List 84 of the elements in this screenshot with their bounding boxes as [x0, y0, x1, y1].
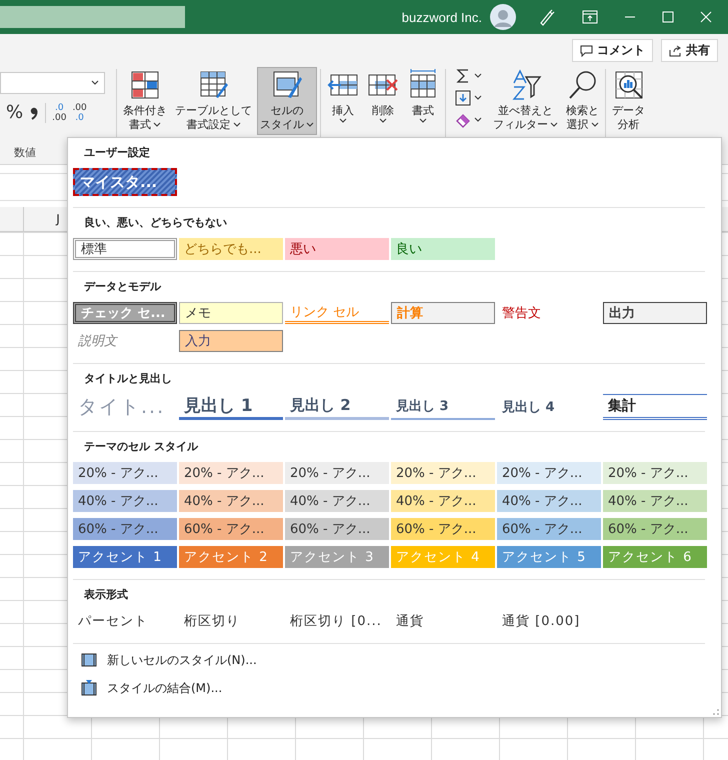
format-button[interactable]: 書式: [404, 67, 442, 127]
cell-style-item[interactable]: 見出し 2: [285, 394, 389, 420]
cell-style-item[interactable]: 20% - アク...: [497, 462, 601, 484]
resize-grip-icon[interactable]: [713, 709, 719, 715]
fill-down-icon[interactable]: [455, 90, 471, 106]
account-name: buzzword Inc.: [402, 10, 482, 24]
cellstyle-button[interactable]: セルの スタイル: [257, 67, 317, 135]
cell-styles-icon: [271, 69, 303, 101]
section-heading: ユーザー設定: [83, 145, 151, 160]
cell-style-item[interactable]: 60% - アク...: [603, 518, 707, 540]
sort-button[interactable]: 並べ替えと フィルター: [490, 67, 561, 135]
section-heading: テーマのセル スタイル: [83, 439, 199, 454]
cell-style-item[interactable]: 説明文: [73, 330, 177, 352]
cell-style-item[interactable]: 60% - アク...: [285, 518, 389, 540]
search-icon: [566, 69, 598, 101]
cell-style-item[interactable]: 40% - アク...: [603, 490, 707, 512]
delete-button[interactable]: 削除: [364, 67, 402, 127]
group-label: 数値: [14, 145, 36, 160]
avatar-icon[interactable]: [490, 4, 516, 30]
cell-style-item[interactable]: 見出し 1: [179, 394, 283, 420]
insert-button[interactable]: 挿入: [324, 67, 362, 127]
pen-icon[interactable]: [538, 8, 556, 26]
cell-style-item[interactable]: 集計: [603, 394, 707, 420]
caret-icon: [91, 80, 99, 86]
cell-style-item[interactable]: どちらでも...: [179, 238, 283, 260]
number-format-style[interactable]: 通貨 [0.00]: [497, 610, 601, 632]
cell-style-item[interactable]: メモ: [179, 302, 283, 324]
conditional-format-icon: [129, 69, 161, 101]
merge-styles-icon: [81, 680, 97, 696]
cell-style-item[interactable]: 20% - アク...: [179, 462, 283, 484]
close-icon[interactable]: [700, 11, 712, 23]
sum-icon[interactable]: [455, 68, 471, 84]
caret-icon[interactable]: [474, 73, 482, 79]
cell-style-item[interactable]: 20% - アク...: [285, 462, 389, 484]
cell-style-item[interactable]: 見出し 4: [497, 394, 601, 420]
new-style-icon: [81, 653, 97, 667]
cell-style-item[interactable]: 20% - アク...: [391, 462, 495, 484]
title-search-field[interactable]: [0, 6, 185, 28]
cell-style-item[interactable]: 40% - アク...: [285, 490, 389, 512]
cell-style-item[interactable]: 40% - アク...: [73, 490, 177, 512]
section-heading: 表示形式: [83, 587, 129, 602]
cell-style-item[interactable]: 出力: [603, 302, 707, 324]
number-format-style[interactable]: パーセント: [73, 610, 177, 632]
speech-bubble-icon: [580, 44, 593, 56]
cell-style-item[interactable]: 警告文: [497, 302, 601, 324]
increase-decimal-button[interactable]: .0 .00: [52, 102, 66, 122]
cell-style-item[interactable]: 標準: [73, 238, 177, 260]
table-format-icon: [198, 69, 230, 101]
cell-style-item[interactable]: 入力: [179, 330, 283, 352]
cell-style-item[interactable]: 悪い: [285, 238, 389, 260]
data-analysis-icon: [612, 69, 644, 101]
section-heading: データとモデル: [83, 279, 162, 294]
caret-icon[interactable]: [474, 95, 482, 101]
cell-style-item[interactable]: 60% - アク...: [179, 518, 283, 540]
cell-style-item[interactable]: 40% - アク...: [497, 490, 601, 512]
share-button[interactable]: 共有: [661, 39, 718, 62]
comment-button[interactable]: コメント: [572, 39, 653, 62]
cell-style-item[interactable]: 見出し 3: [391, 394, 495, 420]
number-format-style[interactable]: 通貨: [391, 610, 495, 632]
cell-style-item[interactable]: 60% - アク...: [391, 518, 495, 540]
share-icon: [669, 44, 682, 56]
cell-style-item[interactable]: アクセント 1: [73, 546, 177, 568]
cell-style-item[interactable]: 40% - アク...: [391, 490, 495, 512]
ribbon-display-icon[interactable]: [582, 10, 598, 24]
find-button[interactable]: 検索と 選択: [563, 67, 602, 135]
cell-style-item[interactable]: 60% - アク...: [73, 518, 177, 540]
eraser-icon[interactable]: [455, 112, 471, 128]
section-heading: タイトルと見出し: [83, 371, 173, 386]
cell-style-item[interactable]: 60% - アク...: [497, 518, 601, 540]
decrease-decimal-button[interactable]: .00 .0: [72, 102, 87, 122]
cell-style-item[interactable]: 40% - アク...: [179, 490, 283, 512]
cell-style-item[interactable]: 20% - アク...: [603, 462, 707, 484]
table-button[interactable]: テーブルとして 書式設定: [172, 67, 255, 135]
analysis-button[interactable]: データ 分析: [609, 67, 648, 135]
maximize-icon[interactable]: [662, 11, 674, 23]
menu-command[interactable]: スタイルの結合(M)...: [107, 680, 222, 696]
caret-icon[interactable]: [474, 117, 482, 123]
cell-style-item[interactable]: 良い: [391, 238, 495, 260]
menu-command[interactable]: 新しいセルのスタイル(N)...: [107, 652, 257, 668]
conditional-button[interactable]: 条件付き 書式: [120, 67, 170, 135]
percent-button[interactable]: %: [6, 102, 24, 123]
number-format-style[interactable]: 桁区切り [0...: [285, 610, 389, 632]
number-format-style[interactable]: 桁区切り: [179, 610, 283, 632]
cell-style-item[interactable]: 20% - アク...: [73, 462, 177, 484]
